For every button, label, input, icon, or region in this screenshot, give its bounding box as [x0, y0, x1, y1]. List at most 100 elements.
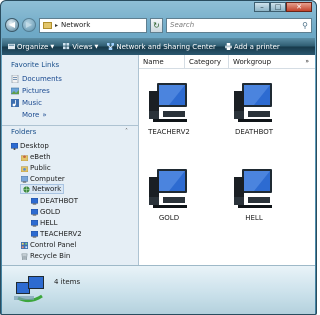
- close-icon[interactable]: ✕: [286, 2, 312, 12]
- tree-item-network[interactable]: Network: [20, 184, 65, 194]
- tree-item-label: DEATHBOT: [40, 197, 79, 205]
- content-area: Favorite Links Documents Pictures Music …: [2, 54, 315, 265]
- refresh-button[interactable]: ↻: [150, 17, 163, 33]
- file-item-label: DEATHBOT: [234, 128, 274, 136]
- network-icon: [14, 276, 44, 303]
- tree-item-computer[interactable]: Computer: [21, 174, 65, 184]
- tree-item-label: GOLD: [40, 208, 61, 216]
- column-category[interactable]: Category: [185, 54, 229, 69]
- column-headers: Name Category Workgroup »: [139, 54, 315, 69]
- views-label: Views: [72, 42, 93, 51]
- network-computer-icon: [234, 83, 272, 122]
- add-printer-button[interactable]: Add a printer: [224, 42, 280, 51]
- column-label: Name: [143, 57, 164, 66]
- file-view: Name Category Workgroup » TEACHERV2 DEAT…: [139, 54, 315, 265]
- tree-item-label: Control Panel: [30, 241, 77, 249]
- back-button[interactable]: ◀: [5, 18, 19, 32]
- documents-icon: [11, 75, 19, 83]
- recycle-bin-icon: [21, 253, 28, 260]
- network-sharing-label: Network and Sharing Center: [116, 42, 216, 51]
- search-placeholder: Search: [170, 21, 195, 29]
- computer-icon: [21, 175, 28, 183]
- network-icon: [23, 185, 30, 193]
- caption-buttons: – □ ✕: [254, 2, 312, 12]
- address-bar[interactable]: ▸ Network: [39, 17, 147, 33]
- more-columns-icon[interactable]: »: [305, 58, 315, 65]
- tree-item-desktop[interactable]: Desktop: [11, 141, 49, 151]
- tree-item-label: Computer: [30, 175, 65, 183]
- file-item-label: TEACHERV2: [148, 128, 190, 136]
- nav-divider: [2, 125, 138, 126]
- folders-header[interactable]: Folders: [11, 128, 36, 136]
- column-label: Workgroup: [233, 57, 272, 66]
- network-computer-icon: [149, 83, 187, 122]
- computer-icon: [31, 230, 38, 238]
- tree-item-label: eBeth: [30, 153, 51, 161]
- network-sharing-center-button[interactable]: Network and Sharing Center: [107, 43, 216, 51]
- address-row: ◀ ▶ ▸ Network ↻ Search ⚲: [5, 16, 312, 34]
- navigation-pane: Favorite Links Documents Pictures Music …: [2, 55, 139, 265]
- pictures-icon: [11, 87, 19, 95]
- maximize-icon[interactable]: □: [270, 2, 286, 12]
- column-label: Category: [189, 57, 221, 66]
- computer-icon: [31, 208, 38, 216]
- tree-item-label: HELL: [40, 219, 58, 227]
- favorite-pictures[interactable]: Pictures: [2, 85, 138, 97]
- tree-item-public[interactable]: Public: [21, 163, 51, 173]
- add-printer-label: Add a printer: [233, 42, 280, 51]
- chevron-down-icon: ▼: [50, 43, 55, 50]
- file-item[interactable]: HELL: [219, 167, 289, 222]
- tree-item-control-panel[interactable]: Control Panel: [21, 240, 76, 250]
- favorite-links-title: Favorite Links: [11, 61, 60, 69]
- desktop-icon: [11, 142, 18, 150]
- computer-icon: [31, 219, 38, 227]
- computer-icon: [31, 197, 38, 205]
- music-icon: [11, 99, 19, 107]
- folders-title: Folders: [11, 128, 37, 136]
- chevron-down-icon: ▼: [94, 43, 99, 50]
- double-chevron-icon: »: [42, 111, 47, 119]
- organize-icon: [8, 43, 15, 50]
- more-label: More: [22, 111, 40, 119]
- tree-item-label: Public: [30, 164, 51, 172]
- item-count: 4 items: [54, 278, 81, 286]
- tree-item-ebeth[interactable]: eBeth: [21, 152, 51, 162]
- more-links-button[interactable]: More »: [2, 109, 138, 121]
- column-workgroup[interactable]: Workgroup: [229, 55, 279, 69]
- file-item[interactable]: DEATHBOT: [219, 81, 289, 136]
- file-item[interactable]: TEACHERV2: [134, 81, 204, 136]
- details-pane: 4 items: [2, 265, 315, 314]
- tree-item-hell[interactable]: HELL: [31, 218, 58, 228]
- tree-item-label: Network: [32, 185, 62, 193]
- views-button[interactable]: Views ▼: [63, 43, 98, 51]
- public-folder-icon: [21, 165, 28, 172]
- forward-button[interactable]: ▶: [22, 18, 36, 32]
- control-panel-icon: [21, 241, 28, 249]
- organize-button[interactable]: Organize ▼: [8, 43, 54, 51]
- tree-item-deathbot[interactable]: DEATHBOT: [31, 196, 78, 206]
- tree-item-label: Recycle Bin: [30, 252, 71, 260]
- tree-item-label: TEACHERV2: [40, 230, 82, 238]
- file-item[interactable]: GOLD: [134, 167, 204, 222]
- tree-item-teacherv2[interactable]: TEACHERV2: [31, 229, 82, 239]
- minimize-icon[interactable]: –: [254, 2, 270, 12]
- search-icon[interactable]: ⚲: [302, 21, 308, 30]
- address-path: Network: [61, 21, 91, 29]
- search-input[interactable]: Search ⚲: [166, 17, 312, 33]
- tree-item-recycle-bin[interactable]: Recycle Bin: [21, 251, 70, 261]
- chevron-up-icon[interactable]: ˄: [125, 128, 128, 135]
- file-item-label: HELL: [245, 214, 263, 222]
- favorite-music[interactable]: Music: [2, 97, 138, 109]
- views-icon: [63, 43, 70, 50]
- network-folder-icon: [43, 21, 52, 29]
- breadcrumb-chevron-icon[interactable]: ▸: [55, 22, 58, 29]
- printer-icon: [224, 43, 232, 50]
- network-computer-icon: [149, 169, 187, 208]
- tree-item-gold[interactable]: GOLD: [31, 207, 60, 217]
- file-item-label: GOLD: [158, 214, 180, 222]
- command-bar: Organize ▼ Views ▼ Network and Sharing C…: [2, 38, 315, 55]
- column-name[interactable]: Name: [139, 54, 185, 69]
- favorite-documents[interactable]: Documents: [2, 73, 138, 85]
- tree-item-label: Desktop: [20, 142, 49, 150]
- explorer-window: – □ ✕ ◀ ▶ ▸ Network ↻ Search ⚲ Organize …: [0, 0, 317, 315]
